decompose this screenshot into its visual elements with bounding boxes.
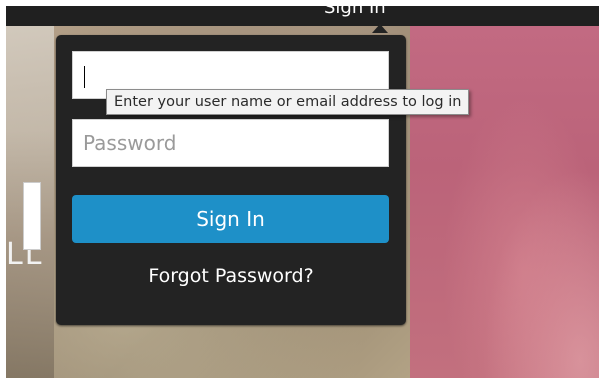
top-navigation-bar: Sign In [6, 6, 599, 26]
sign-in-button[interactable]: Sign In [72, 195, 389, 243]
background-badge [23, 182, 41, 250]
login-dropdown-panel: Sign In Forgot Password? [56, 35, 406, 325]
dropdown-caret [372, 24, 388, 33]
text-cursor [84, 66, 85, 88]
header-signin-link[interactable]: Sign In [324, 6, 386, 18]
screenshot-frame: LL Sign In Sign In Forgot Password? Ente… [6, 6, 599, 378]
username-tooltip: Enter your user name or email address to… [106, 89, 470, 115]
forgot-password-link[interactable]: Forgot Password? [56, 265, 406, 287]
background-photo-right [410, 26, 599, 378]
password-input[interactable] [72, 119, 389, 167]
